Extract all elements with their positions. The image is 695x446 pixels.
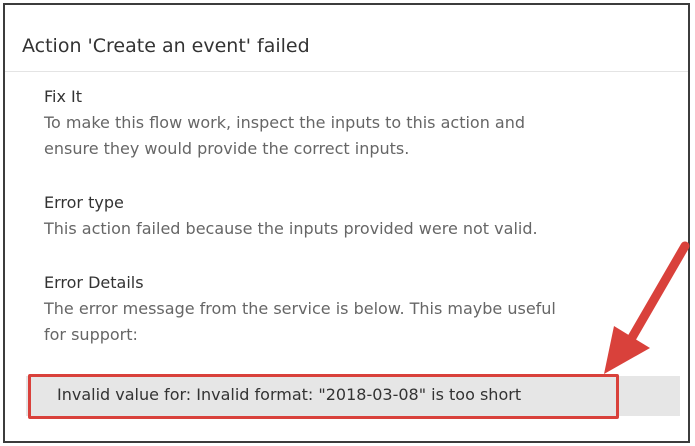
error-type-title: Error type [44,193,124,212]
error-details-title: Error Details [44,273,144,292]
error-details-section: Error Details The error message from the… [44,270,634,348]
fix-it-line-1: To make this flow work, inspect the inpu… [44,113,526,132]
arrow-shaft [625,241,690,346]
error-type-line-1: This action failed because the inputs pr… [44,219,538,238]
fix-it-title: Fix It [44,87,83,106]
error-details-line-2: for support: [44,325,138,344]
error-details-line-1: The error message from the service is be… [44,299,556,318]
fix-it-section: Fix It To make this flow work, inspect t… [44,84,634,162]
fix-it-line-2: ensure they would provide the correct in… [44,139,410,158]
panel-title: Action 'Create an event' failed [22,35,310,57]
error-type-section: Error type This action failed because th… [44,190,634,242]
title-divider [5,71,688,72]
red-pointer-arrow-icon [604,241,690,374]
error-highlight-box [28,374,619,419]
arrow-head [604,326,650,374]
